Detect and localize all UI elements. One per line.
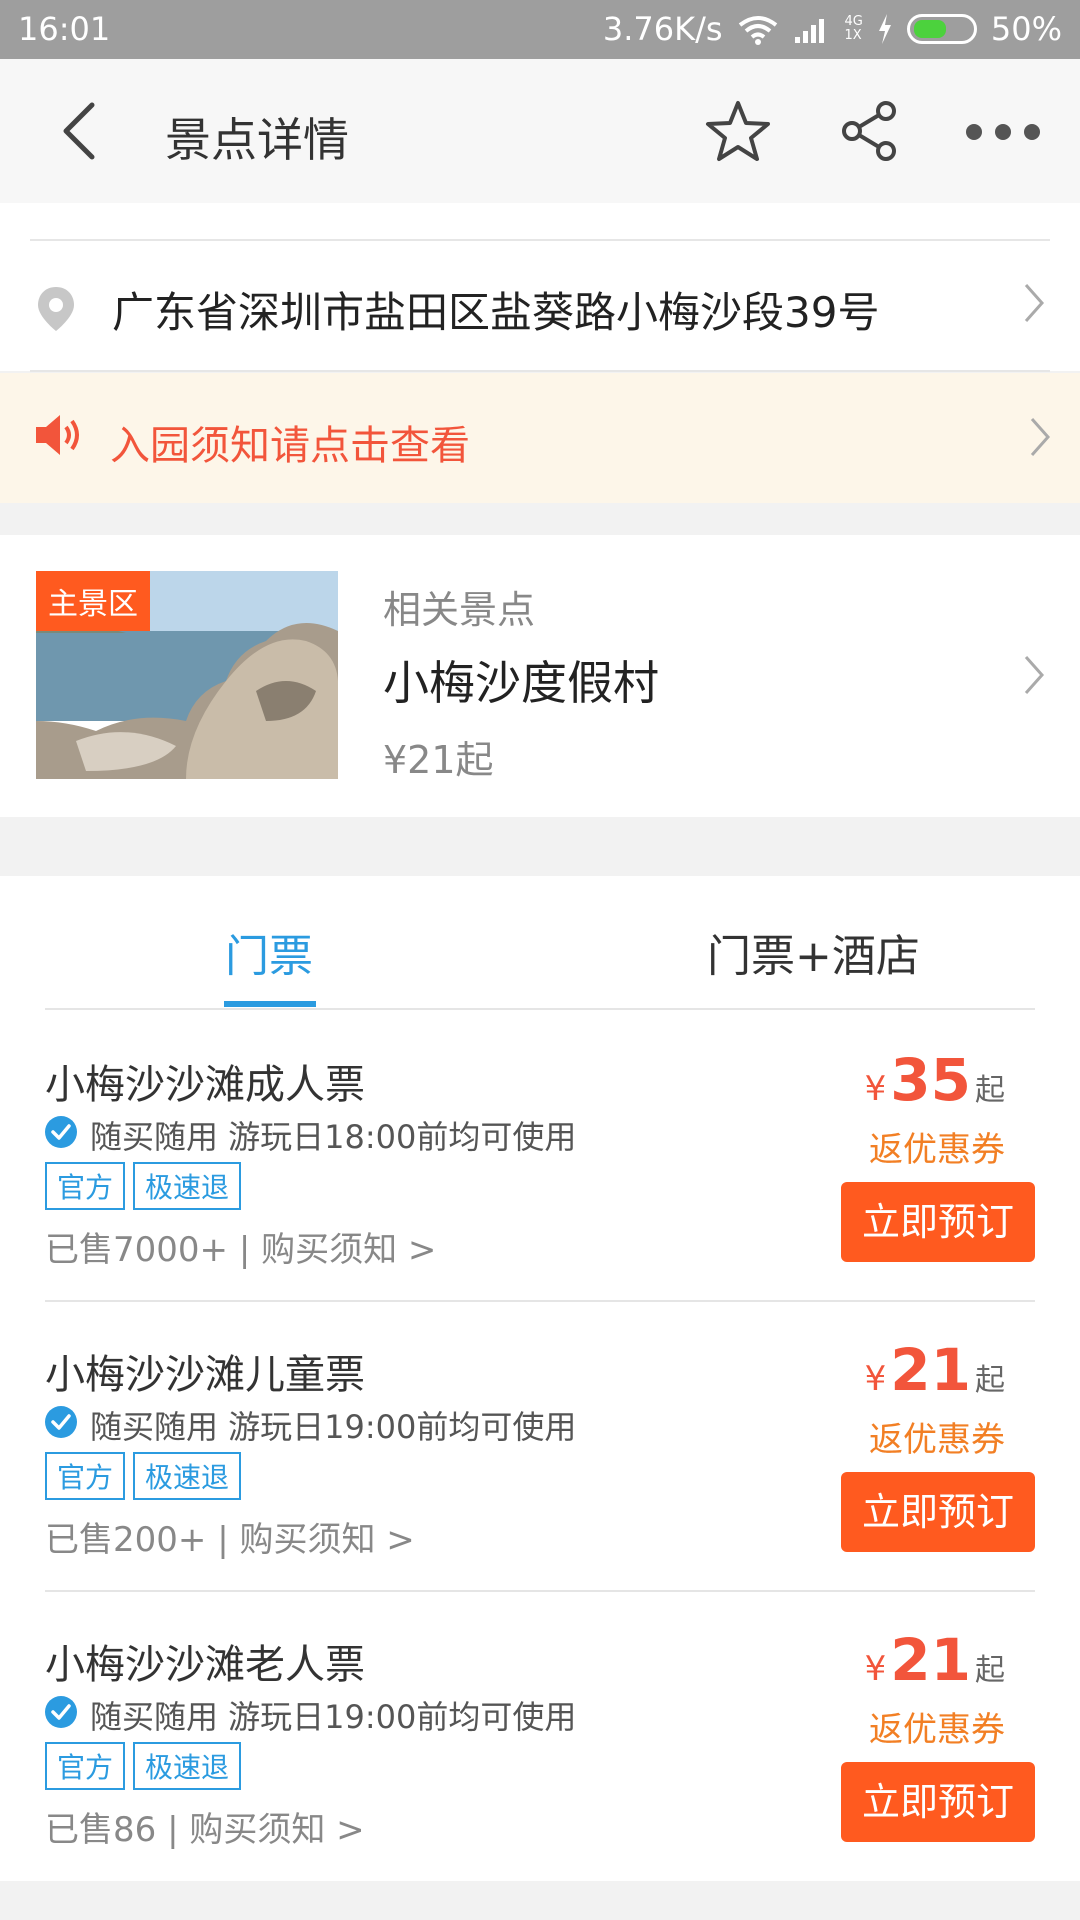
back-icon[interactable] xyxy=(52,101,112,161)
tab-tickets[interactable]: 门票 xyxy=(225,920,313,984)
fast-refund-tag: 极速退 xyxy=(133,1452,242,1500)
divider xyxy=(30,239,1050,241)
ticket-rule: 随买随用 游玩日19:00前均可使用 xyxy=(90,1698,577,1736)
ticket-price: ¥ 35 起 xyxy=(864,1046,1005,1114)
coupon-label: 返优惠券 xyxy=(869,1130,1005,1170)
chevron-right-icon xyxy=(1024,656,1045,694)
share-icon[interactable] xyxy=(838,99,902,163)
chevron-right-icon xyxy=(1024,284,1045,322)
book-now-button[interactable]: 立即预订 xyxy=(841,1762,1035,1842)
more-icon[interactable] xyxy=(964,121,1042,143)
ticket-name: 小梅沙沙滩老人票 xyxy=(45,1642,365,1688)
coupon-label: 返优惠券 xyxy=(869,1420,1005,1460)
address-text: 广东省深圳市盐田区盐葵路小梅沙段39号 xyxy=(112,288,880,337)
wifi-icon xyxy=(738,16,777,45)
sold-info[interactable]: 已售86 | 购买须知 > xyxy=(45,1802,365,1851)
tickets-section: 门票 门票+酒店 小梅沙沙滩成人票 随买随用 游玩日18:00前均可使用 官方 … xyxy=(0,876,1080,1881)
ticket-name: 小梅沙沙滩成人票 xyxy=(45,1062,365,1108)
entry-notice-row[interactable]: 入园须知请点击查看 xyxy=(0,373,1080,503)
related-name: 小梅沙度假村 xyxy=(383,656,659,710)
official-tag: 官方 xyxy=(45,1742,126,1790)
sold-info[interactable]: 已售7000+ | 购买须知 > xyxy=(45,1222,436,1271)
official-tag: 官方 xyxy=(45,1162,126,1210)
ticket-price: ¥ 21 起 xyxy=(864,1626,1005,1694)
check-icon xyxy=(45,1116,77,1148)
sold-info[interactable]: 已售200+ | 购买须知 > xyxy=(45,1512,415,1561)
ticket-tabs: 门票 门票+酒店 xyxy=(45,876,1035,1010)
address-row[interactable]: 广东省深圳市盐田区盐葵路小梅沙段39号 xyxy=(0,203,1080,372)
network-speed: 3.76K/s xyxy=(602,10,723,48)
ticket-tags: 官方 极速退 xyxy=(45,1452,242,1500)
ticket-rule: 随买随用 游玩日18:00前均可使用 xyxy=(90,1118,577,1156)
related-price: ¥21起 xyxy=(383,738,494,782)
book-now-button[interactable]: 立即预订 xyxy=(841,1182,1035,1262)
ticket-item[interactable]: 小梅沙沙滩儿童票 随买随用 游玩日19:00前均可使用 官方 极速退 已售200… xyxy=(45,1302,1035,1592)
notice-text: 入园须知请点击查看 xyxy=(110,423,470,469)
check-icon xyxy=(45,1406,77,1438)
ticket-price: ¥ 21 起 xyxy=(864,1336,1005,1404)
divider xyxy=(30,370,1050,372)
battery-icon xyxy=(906,14,977,44)
ticket-item[interactable]: 小梅沙沙滩老人票 随买随用 游玩日19:00前均可使用 官方 极速退 已售86 … xyxy=(45,1592,1035,1882)
fast-refund-tag: 极速退 xyxy=(133,1742,242,1790)
ticket-item[interactable]: 小梅沙沙滩成人票 随买随用 游玩日18:00前均可使用 官方 极速退 已售700… xyxy=(45,1012,1035,1302)
official-tag: 官方 xyxy=(45,1452,126,1500)
ticket-tags: 官方 极速退 xyxy=(45,1162,242,1210)
coupon-label: 返优惠券 xyxy=(869,1710,1005,1750)
main-area-badge: 主景区 xyxy=(36,571,150,631)
battery-percent: 50% xyxy=(990,10,1062,48)
star-icon[interactable] xyxy=(704,99,772,163)
chevron-right-icon xyxy=(1030,418,1051,456)
status-bar: 16:01 3.76K/s 4G 1X 50% xyxy=(0,0,1080,59)
related-label: 相关景点 xyxy=(383,588,536,632)
charging-icon xyxy=(878,14,891,44)
tab-tickets-hotel[interactable]: 门票+酒店 xyxy=(707,920,920,984)
ticket-name: 小梅沙沙滩儿童票 xyxy=(45,1352,365,1398)
ticket-tags: 官方 极速退 xyxy=(45,1742,242,1790)
fast-refund-tag: 极速退 xyxy=(133,1162,242,1210)
status-time: 16:01 xyxy=(18,10,111,48)
page-title: 景点详情 xyxy=(165,113,349,167)
app-header: 景点详情 xyxy=(0,59,1080,203)
network-type: 4G 1X xyxy=(844,14,863,43)
book-now-button[interactable]: 立即预订 xyxy=(841,1472,1035,1552)
check-icon xyxy=(45,1696,77,1728)
active-tab-indicator xyxy=(224,1001,316,1007)
location-pin-icon xyxy=(38,287,74,331)
related-attraction-card[interactable]: 主景区 相关景点 小梅沙度假村 ¥21起 xyxy=(0,535,1080,817)
ticket-rule: 随买随用 游玩日19:00前均可使用 xyxy=(90,1408,577,1446)
speaker-icon xyxy=(36,415,79,455)
signal-icon xyxy=(794,19,824,43)
